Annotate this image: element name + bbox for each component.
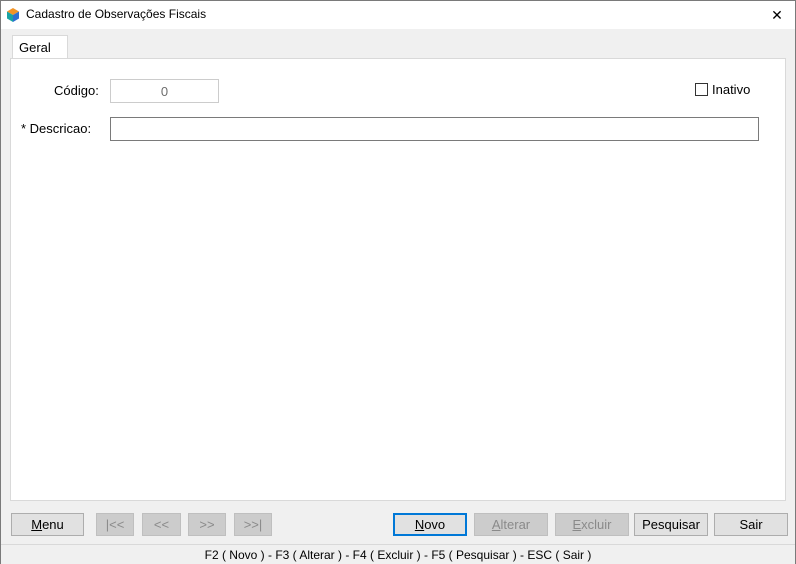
main-window: Cadastro de Observações Fiscais ✕ Geral … xyxy=(0,0,796,564)
codigo-label: Código: xyxy=(54,83,99,98)
pesquisar-button[interactable]: Pesquisar xyxy=(634,513,708,536)
excluir-label: xcluir xyxy=(581,517,612,532)
next-record-button[interactable]: >> xyxy=(188,513,226,536)
novo-label: ovo xyxy=(424,517,446,532)
inativo-label: Inativo xyxy=(712,82,751,97)
previous-record-label: << xyxy=(153,517,170,532)
menu-hotkey: M xyxy=(31,517,43,532)
close-icon: ✕ xyxy=(771,6,783,23)
title-bar: Cadastro de Observações Fiscais ✕ xyxy=(1,1,795,29)
descricao-label: * Descricao: xyxy=(21,121,92,136)
tab-panel-geral: Código: Inativo * Descricao: xyxy=(10,58,786,501)
inativo-checkbox[interactable]: Inativo xyxy=(695,82,750,97)
last-record-button[interactable]: >>| xyxy=(234,513,272,536)
novo-hotkey: N xyxy=(414,517,425,532)
descricao-field[interactable] xyxy=(110,117,759,141)
codigo-field[interactable] xyxy=(110,79,219,103)
app-logo-icon xyxy=(5,7,21,23)
novo-button[interactable]: Novo xyxy=(393,513,467,536)
menu-button[interactable]: Menu xyxy=(11,513,84,536)
pesquisar-label: Pesquisar xyxy=(642,517,700,532)
excluir-button[interactable]: Excluir xyxy=(555,513,629,536)
sair-button[interactable]: Sair xyxy=(714,513,788,536)
first-record-button[interactable]: |<< xyxy=(96,513,134,536)
previous-record-button[interactable]: << xyxy=(142,513,181,536)
alterar-hotkey: A xyxy=(491,517,501,532)
menu-label: enu xyxy=(42,517,64,532)
shortcut-hint-text: F2 ( Novo ) - F3 ( Alterar ) - F4 ( Excl… xyxy=(204,547,592,562)
alterar-button[interactable]: Alterar xyxy=(474,513,548,536)
alterar-label: lterar xyxy=(500,517,531,532)
next-record-label: >> xyxy=(199,517,215,532)
window-title: Cadastro de Observações Fiscais xyxy=(26,7,207,21)
tab-geral[interactable]: Geral xyxy=(12,35,68,59)
first-record-label: |<< xyxy=(105,517,125,532)
tab-label: Geral xyxy=(19,40,51,55)
excluir-hotkey: E xyxy=(572,517,582,532)
close-button[interactable]: ✕ xyxy=(759,1,795,29)
sair-label: Sair xyxy=(739,517,763,532)
shortcut-status-bar: F2 ( Novo ) - F3 ( Alterar ) - F4 ( Excl… xyxy=(1,544,795,564)
checkbox-box-icon[interactable] xyxy=(695,83,708,96)
tab-strip: Geral xyxy=(10,35,786,59)
last-record-label: >>| xyxy=(243,517,263,532)
